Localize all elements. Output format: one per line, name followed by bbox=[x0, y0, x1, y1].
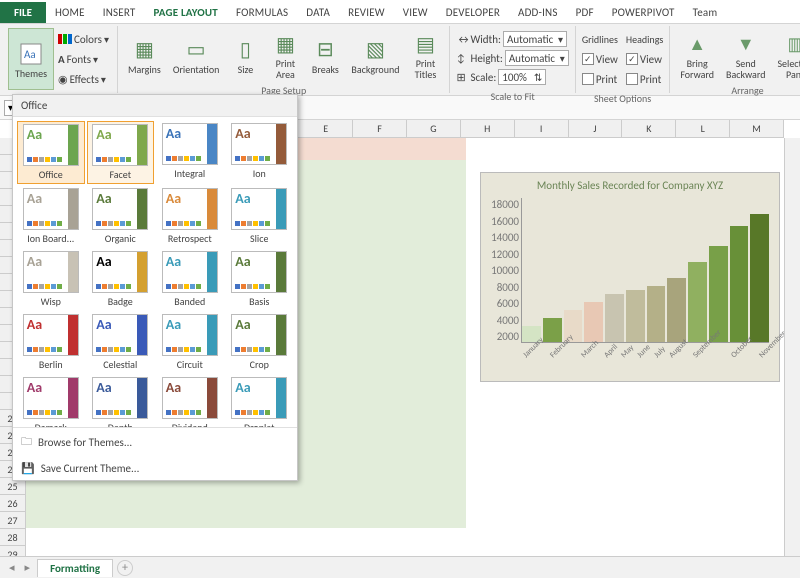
gridlines-print-check[interactable]: Print bbox=[582, 70, 618, 88]
chart-title: Monthly Sales Recorded for Company XYZ bbox=[481, 173, 779, 198]
theme-ionboard[interactable]: AaIon Board... bbox=[17, 186, 85, 247]
theme-badge[interactable]: AaBadge bbox=[87, 249, 155, 310]
group-sheet-options: Gridlines ✓View Print Headings ✓View Pri… bbox=[576, 26, 671, 93]
new-sheet-button[interactable]: + bbox=[117, 560, 133, 576]
x-label: May bbox=[619, 343, 636, 360]
x-label: April bbox=[602, 342, 620, 360]
chart-bar bbox=[750, 214, 769, 342]
tab-add-ins[interactable]: ADD-INS bbox=[509, 2, 567, 23]
gridlines-view-check[interactable]: ✓View bbox=[582, 50, 618, 68]
tab-developer[interactable]: DEVELOPER bbox=[437, 2, 509, 23]
themes-section-label: Office bbox=[13, 95, 297, 117]
height-select[interactable]: Automatic▾ bbox=[505, 50, 569, 66]
tab-nav-prev[interactable]: ◂ bbox=[6, 561, 18, 574]
themes-dropdown: Office AaOfficeAaFacetAaIntegralAaIon AaI… bbox=[12, 94, 298, 481]
theme-basis[interactable]: AaBasis bbox=[226, 249, 294, 310]
tab-nav-next[interactable]: ▸ bbox=[22, 561, 34, 574]
theme-circuit[interactable]: AaCircuit bbox=[156, 312, 224, 373]
ribbon: Aa Themes Colors ▾ AFonts ▾ ◉Effects ▾ T… bbox=[0, 24, 800, 96]
browse-themes[interactable]: 🗀Browse for Themes... bbox=[13, 428, 297, 457]
colors-button[interactable]: Colors ▾ bbox=[58, 30, 109, 48]
theme-damask[interactable]: AaDamask bbox=[17, 375, 85, 427]
print_area-button[interactable]: ▦PrintArea bbox=[265, 28, 305, 82]
bring-button[interactable]: ▲BringForward bbox=[674, 28, 720, 82]
vertical-scrollbar[interactable] bbox=[784, 138, 800, 556]
width-select[interactable]: Automatic▾ bbox=[503, 31, 567, 47]
chart-bar bbox=[647, 286, 666, 342]
theme-droplet[interactable]: AaDroplet bbox=[226, 375, 294, 427]
x-label: June bbox=[635, 342, 653, 360]
themes-button[interactable]: Aa Themes bbox=[8, 28, 54, 90]
theme-slice[interactable]: AaSlice bbox=[226, 186, 294, 247]
print_titles-button[interactable]: ▤PrintTitles bbox=[405, 28, 445, 82]
sheet-tab-bar: ◂ ▸ Formatting + bbox=[0, 556, 800, 578]
ribbon-tabs: FILE HOMEINSERTPAGE LAYOUTFORMULASDATARE… bbox=[0, 0, 800, 24]
theme-wisp[interactable]: AaWisp bbox=[17, 249, 85, 310]
svg-text:Aa: Aa bbox=[24, 48, 36, 61]
tab-insert[interactable]: INSERT bbox=[94, 2, 145, 23]
chart-bar bbox=[730, 226, 749, 342]
breaks-button[interactable]: ⊟Breaks bbox=[305, 28, 345, 82]
tab-page-layout[interactable]: PAGE LAYOUT bbox=[144, 2, 227, 23]
tab-data[interactable]: DATA bbox=[297, 2, 339, 23]
headings-print-check[interactable]: Print bbox=[626, 70, 663, 88]
tab-home[interactable]: HOME bbox=[46, 2, 94, 23]
background-button[interactable]: ▧Background bbox=[345, 28, 405, 82]
theme-retrospect[interactable]: AaRetrospect bbox=[156, 186, 224, 247]
chart-bar bbox=[584, 302, 603, 342]
embedded-chart[interactable]: Monthly Sales Recorded for Company XYZ 1… bbox=[480, 172, 780, 382]
tab-pdf[interactable]: PDF bbox=[567, 2, 603, 23]
theme-berlin[interactable]: AaBerlin bbox=[17, 312, 85, 373]
fonts-button[interactable]: AFonts ▾ bbox=[58, 50, 109, 68]
theme-integral[interactable]: AaIntegral bbox=[156, 121, 224, 184]
theme-dividend[interactable]: AaDividend bbox=[156, 375, 224, 427]
orientation-button[interactable]: ▭Orientation bbox=[167, 28, 226, 82]
theme-banded[interactable]: AaBanded bbox=[156, 249, 224, 310]
group-themes: Aa Themes Colors ▾ AFonts ▾ ◉Effects ▾ T… bbox=[4, 26, 118, 93]
theme-celestial[interactable]: AaCelestial bbox=[87, 312, 155, 373]
row-header[interactable]: 28 bbox=[0, 529, 25, 546]
scale-input[interactable]: 100%⇅ bbox=[498, 69, 546, 85]
theme-office[interactable]: AaOffice bbox=[17, 121, 85, 184]
file-tab[interactable]: FILE bbox=[0, 2, 46, 23]
chart-bar bbox=[688, 262, 707, 342]
size-button[interactable]: ▯Size bbox=[225, 28, 265, 82]
send-button[interactable]: ▼SendBackward bbox=[720, 28, 771, 82]
tab-formulas[interactable]: FORMULAS bbox=[227, 2, 297, 23]
effects-button[interactable]: ◉Effects ▾ bbox=[58, 70, 109, 88]
chart-bar bbox=[667, 278, 686, 342]
theme-depth[interactable]: AaDepth bbox=[87, 375, 155, 427]
theme-organic[interactable]: AaOrganic bbox=[87, 186, 155, 247]
x-label: July bbox=[652, 344, 668, 360]
theme-crop[interactable]: AaCrop bbox=[226, 312, 294, 373]
tab-review[interactable]: REVIEW bbox=[339, 2, 394, 23]
save-theme[interactable]: 💾Save Current Theme... bbox=[13, 457, 297, 480]
folder-icon: 🗀 bbox=[21, 433, 32, 452]
chart-bar bbox=[605, 294, 624, 342]
pane-button[interactable]: ▥SelectionPane bbox=[771, 28, 800, 82]
group-arrange: ▲BringForward▼SendBackward▥SelectionPane… bbox=[670, 26, 800, 93]
tab-powerpivot[interactable]: POWERPIVOT bbox=[603, 2, 684, 23]
chart-bar bbox=[543, 318, 562, 342]
row-header[interactable]: 26 bbox=[0, 495, 25, 512]
chart-bar bbox=[709, 246, 728, 342]
headings-view-check[interactable]: ✓View bbox=[626, 50, 663, 68]
margins-button[interactable]: ▦Margins bbox=[122, 28, 167, 82]
row-header[interactable]: 27 bbox=[0, 512, 25, 529]
theme-facet[interactable]: AaFacet bbox=[87, 121, 155, 184]
save-icon: 💾 bbox=[21, 462, 35, 475]
group-page-setup: ▦Margins▭Orientation▯Size▦PrintArea⊟Brea… bbox=[118, 26, 451, 93]
tab-team[interactable]: Team bbox=[684, 2, 727, 23]
sheet-tab[interactable]: Formatting bbox=[37, 559, 113, 577]
chart-bar bbox=[626, 290, 645, 342]
group-scale: ↔Width:Automatic▾ ↕Height:Automatic▾ ⊞Sc… bbox=[450, 26, 575, 93]
tab-view[interactable]: VIEW bbox=[394, 2, 437, 23]
theme-ion[interactable]: AaIon bbox=[226, 121, 294, 184]
